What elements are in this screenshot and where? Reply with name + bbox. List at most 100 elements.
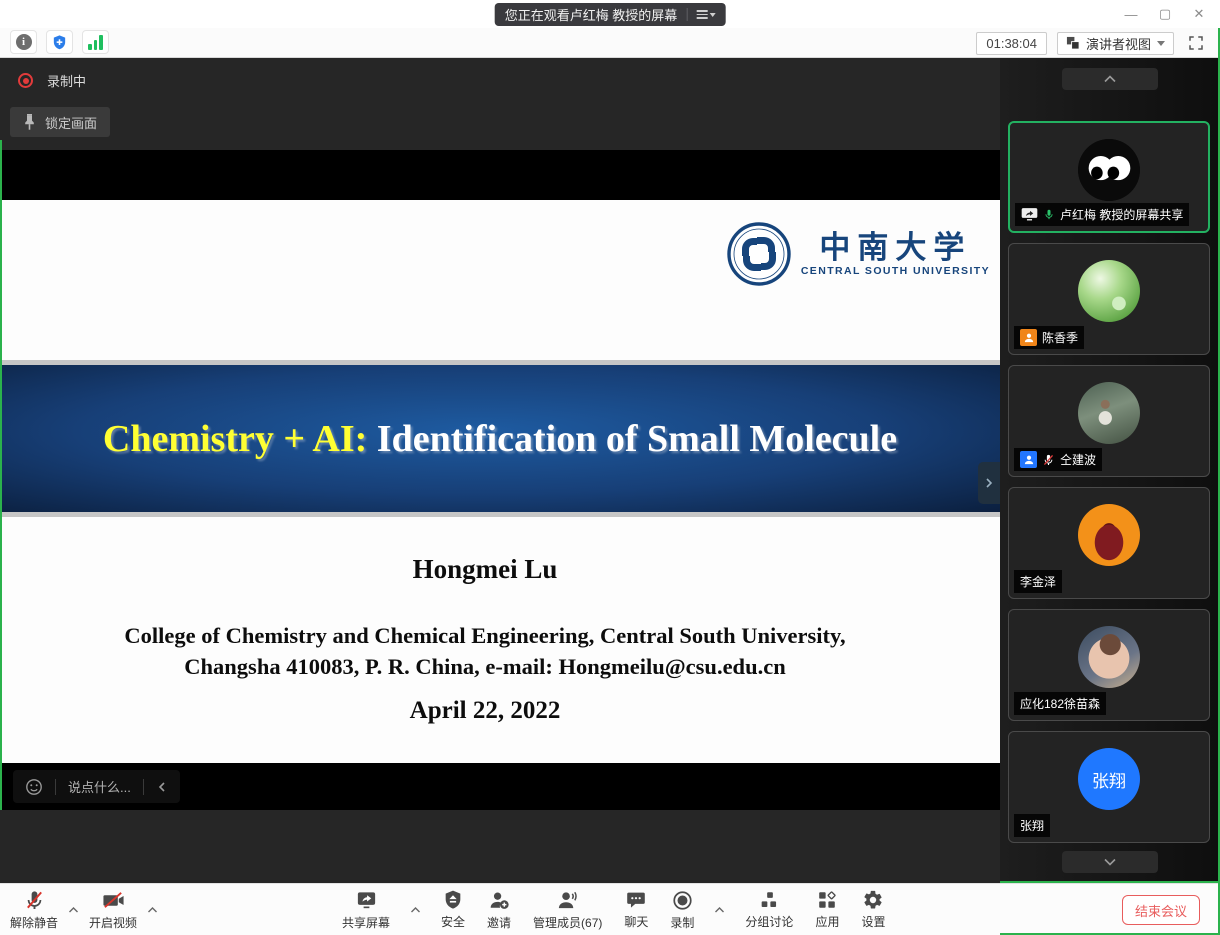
breakout-rooms-icon — [758, 889, 780, 911]
security-toolbar-button[interactable]: 安全 — [437, 884, 469, 935]
network-stats-button[interactable] — [82, 30, 109, 54]
participant-name: 仝建波 — [1060, 451, 1096, 468]
record-icon — [671, 889, 694, 912]
shared-screen-area: 中南大学 CENTRAL SOUTH UNIVERSITY Chemistry … — [0, 58, 1000, 883]
lock-view-button[interactable]: 锁定画面 — [10, 107, 110, 137]
slide-title-accent: Chemistry + AI: — [103, 418, 367, 460]
caret-down-icon — [1157, 41, 1165, 46]
watching-banner-text: 您正在观看卢红梅 教授的屏幕 — [505, 5, 678, 24]
divider — [143, 779, 144, 795]
invite-person-icon — [488, 889, 511, 912]
recording-indicator: 录制中 — [18, 71, 86, 90]
shield-plus-icon — [51, 34, 68, 51]
security-label: 安全 — [441, 913, 465, 930]
avatar — [1078, 260, 1140, 322]
participant-tile[interactable]: 张翔 张翔 — [1008, 731, 1210, 843]
chat-bubble-icon — [625, 889, 647, 911]
unmute-button[interactable]: 解除静音 — [6, 884, 62, 935]
view-mode-selector[interactable]: 演讲者视图 — [1057, 32, 1174, 55]
record-button[interactable]: 录制 — [666, 884, 698, 935]
participant-tile[interactable]: 卢红梅 教授的屏幕共享 — [1008, 121, 1210, 233]
close-button[interactable]: ✕ — [1182, 0, 1216, 28]
start-video-label: 开启视频 — [89, 914, 137, 931]
participant-tile[interactable]: 应化182徐苗森 — [1008, 609, 1210, 721]
fullscreen-button[interactable] — [1184, 31, 1208, 55]
scroll-down-button[interactable] — [1062, 851, 1158, 873]
video-options-button[interactable] — [145, 884, 160, 935]
participant-name: 张翔 — [1020, 817, 1044, 834]
invite-button[interactable]: 邀请 — [483, 884, 515, 935]
avatar — [1078, 139, 1140, 201]
caret-down-icon — [709, 13, 715, 17]
chevron-down-icon — [1103, 857, 1117, 867]
end-meeting-button[interactable]: 结束会议 — [1122, 895, 1200, 925]
security-button[interactable] — [46, 30, 73, 54]
slide-title-main: Identification of Small Molecule — [367, 418, 897, 460]
meeting-toolbar: 解除静音 开启视频 共享屏幕 安全 邀请 管理成员(6 — [0, 883, 1220, 935]
chat-input-placeholder[interactable]: 说点什么... — [68, 777, 131, 796]
record-options-button[interactable] — [712, 884, 727, 935]
emoji-button[interactable] — [25, 778, 43, 796]
presentation-slide: 中南大学 CENTRAL SOUTH UNIVERSITY Chemistry … — [0, 200, 1000, 763]
chevron-right-icon — [983, 477, 995, 489]
camera-slash-icon — [101, 889, 126, 912]
slide-date: April 22, 2022 — [0, 697, 970, 725]
share-frame-bottom — [1000, 881, 1220, 883]
share-options-button[interactable] — [408, 884, 423, 935]
letterbox-bottom: 说点什么... — [0, 763, 1000, 810]
banner-menu-icon[interactable] — [696, 10, 715, 19]
window-controls: — ▢ ✕ — [1114, 0, 1216, 28]
participant-tile[interactable]: 仝建波 — [1008, 365, 1210, 477]
record-label: 录制 — [670, 914, 694, 931]
participant-tile[interactable]: 李金泽 — [1008, 487, 1210, 599]
chevron-up-icon — [68, 906, 79, 914]
invite-label: 邀请 — [487, 914, 511, 931]
slide-affiliation: College of Chemistry and Chemical Engine… — [0, 620, 970, 682]
participant-name: 应化182徐苗森 — [1020, 695, 1100, 712]
breakout-rooms-label: 分组讨论 — [745, 913, 793, 930]
chevron-up-icon — [714, 906, 725, 914]
maximize-button[interactable]: ▢ — [1148, 0, 1182, 28]
fullscreen-icon — [1187, 34, 1205, 52]
minimize-button[interactable]: — — [1114, 0, 1148, 28]
chevron-up-icon — [147, 906, 158, 914]
manage-members-button[interactable]: 管理成员(67) — [529, 884, 606, 935]
info-icon: i — [16, 34, 32, 50]
apps-button[interactable]: 应用 — [811, 884, 843, 935]
participant-tile[interactable]: 陈香季 — [1008, 243, 1210, 355]
collapse-chat-button[interactable] — [156, 781, 168, 793]
recording-dot-icon — [18, 73, 33, 88]
share-screen-button[interactable]: 共享屏幕 — [338, 884, 394, 935]
panel-toggle-button[interactable] — [978, 462, 1000, 504]
csu-seal-icon — [727, 222, 791, 286]
watching-banner[interactable]: 您正在观看卢红梅 教授的屏幕 — [495, 3, 726, 26]
chat-label: 聊天 — [624, 913, 648, 930]
gear-icon — [862, 889, 884, 911]
members-icon — [556, 889, 579, 912]
participants-panel: 卢红梅 教授的屏幕共享 陈香季 仝建波 — [1000, 58, 1220, 883]
settings-button[interactable]: 设置 — [857, 884, 889, 935]
mic-options-button[interactable] — [66, 884, 81, 935]
layout-icon — [1066, 36, 1080, 50]
slide-title-banner: Chemistry + AI: Identification of Small … — [0, 365, 1000, 512]
csu-name-en: CENTRAL SOUTH UNIVERSITY — [801, 265, 990, 277]
meeting-topbar: i 01:38:04 演讲者视图 — [0, 28, 1220, 58]
slide-author: Hongmei Lu — [0, 554, 970, 585]
share-frame-left — [0, 140, 2, 810]
divider — [686, 8, 687, 21]
mic-on-icon — [1043, 208, 1055, 221]
start-video-button[interactable]: 开启视频 — [85, 884, 141, 935]
manage-members-label: 管理成员(67) — [533, 914, 602, 931]
meeting-info-button[interactable]: i — [10, 30, 37, 54]
recording-label: 录制中 — [47, 71, 86, 90]
member-badge-icon — [1020, 329, 1037, 346]
scroll-up-button[interactable] — [1062, 68, 1158, 90]
unmute-label: 解除静音 — [10, 914, 58, 931]
breakout-rooms-button[interactable]: 分组讨论 — [741, 884, 797, 935]
meeting-timer: 01:38:04 — [976, 32, 1047, 55]
mic-muted-icon — [1042, 453, 1055, 467]
affiliation-line2: Changsha 410083, P. R. China, e-mail: Ho… — [0, 651, 970, 682]
csu-logo: 中南大学 CENTRAL SOUTH UNIVERSITY — [727, 222, 990, 286]
chat-button[interactable]: 聊天 — [620, 884, 652, 935]
csu-name-cn: 中南大学 — [819, 231, 971, 265]
